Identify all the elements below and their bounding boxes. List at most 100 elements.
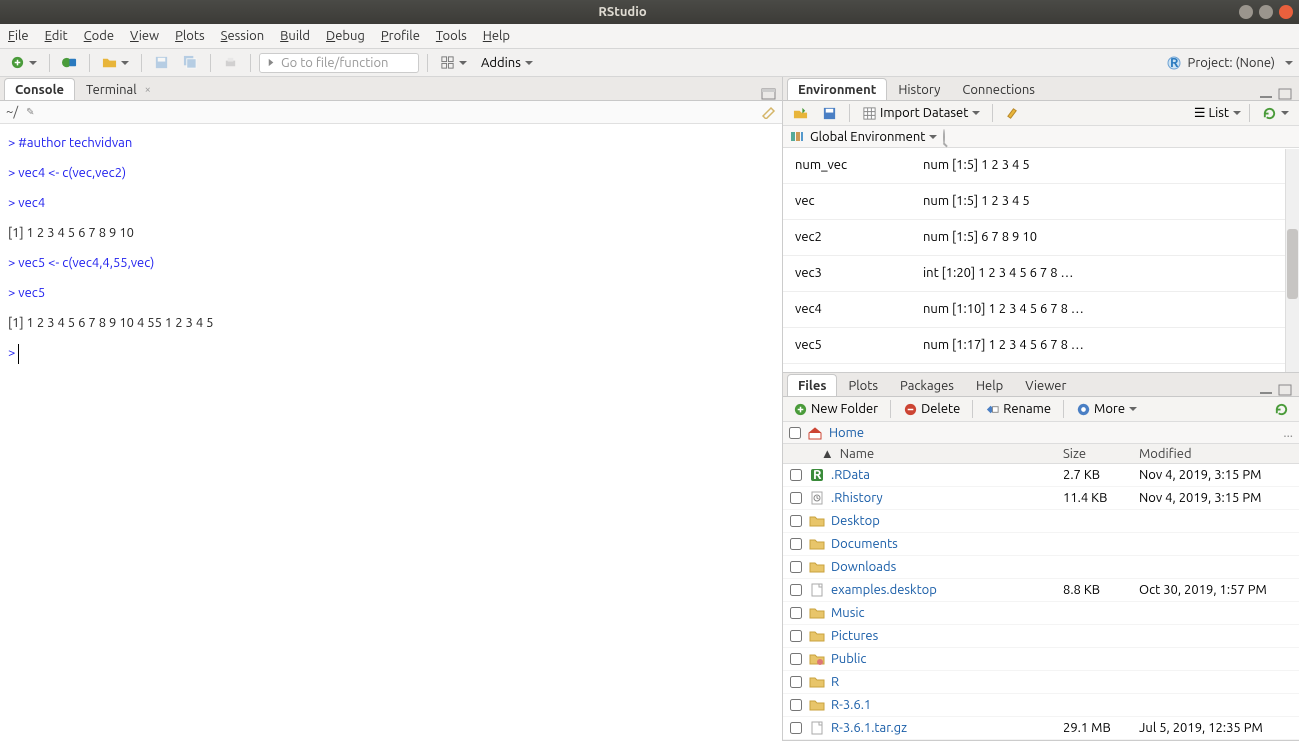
- tab-packages[interactable]: Packages: [889, 374, 965, 396]
- tab-connections[interactable]: Connections: [951, 78, 1046, 100]
- col-modified[interactable]: Modified: [1139, 447, 1299, 461]
- file-name-link[interactable]: R-3.6.1: [831, 698, 871, 712]
- file-checkbox[interactable]: [790, 515, 802, 527]
- file-row[interactable]: R-3.6.1.tar.gz29.1 MBJul 5, 2019, 12:35 …: [783, 717, 1299, 740]
- file-name-link[interactable]: R-3.6.1.tar.gz: [831, 721, 907, 735]
- menu-help[interactable]: Help: [483, 29, 510, 43]
- tab-history[interactable]: History: [887, 78, 951, 100]
- file-row[interactable]: Desktop: [783, 510, 1299, 533]
- file-row[interactable]: examples.desktop8.8 KBOct 30, 2019, 1:57…: [783, 579, 1299, 602]
- file-checkbox[interactable]: [790, 561, 802, 573]
- env-search-input[interactable]: [943, 130, 945, 144]
- file-name-link[interactable]: Pictures: [831, 629, 878, 643]
- file-row[interactable]: R: [783, 671, 1299, 694]
- file-checkbox[interactable]: [790, 630, 802, 642]
- file-name-link[interactable]: Music: [831, 606, 865, 620]
- file-name-link[interactable]: Desktop: [831, 514, 880, 528]
- save-workspace-icon[interactable]: [818, 103, 841, 123]
- env-variable-row[interactable]: vec2num [1:5] 6 7 8 9 10: [783, 220, 1299, 256]
- new-project-button[interactable]: [58, 53, 81, 73]
- files-listing[interactable]: R.RData2.7 KBNov 4, 2019, 3:15 PM.Rhisto…: [783, 464, 1299, 740]
- file-row[interactable]: Documents: [783, 533, 1299, 556]
- menu-build[interactable]: Build: [280, 29, 310, 43]
- menu-view[interactable]: View: [130, 29, 159, 43]
- new-file-button[interactable]: [6, 53, 41, 73]
- grid-button[interactable]: [436, 53, 471, 73]
- pane-window-icon[interactable]: [761, 88, 776, 100]
- menu-code[interactable]: Code: [84, 29, 114, 43]
- env-scrollbar[interactable]: [1285, 149, 1299, 372]
- file-checkbox[interactable]: [790, 584, 802, 596]
- file-name-link[interactable]: examples.desktop: [831, 583, 937, 597]
- open-file-button[interactable]: [98, 53, 133, 73]
- menu-edit[interactable]: Edit: [45, 29, 68, 43]
- menu-debug[interactable]: Debug: [326, 29, 365, 43]
- tab-console[interactable]: Console: [4, 78, 75, 100]
- file-row[interactable]: Downloads: [783, 556, 1299, 579]
- pane-minimize-icon[interactable]: [1259, 88, 1274, 100]
- new-folder-button[interactable]: New Folder: [789, 399, 882, 419]
- env-variable-list[interactable]: num_vecnum [1:5] 1 2 3 4 5vecnum [1:5] 1…: [783, 148, 1299, 372]
- delete-button[interactable]: Delete: [899, 399, 964, 419]
- tab-plots[interactable]: Plots: [837, 374, 889, 396]
- env-variable-row[interactable]: vec5num [1:17] 1 2 3 4 5 6 7 8 …: [783, 328, 1299, 364]
- menu-tools[interactable]: Tools: [436, 29, 467, 43]
- clear-console-icon[interactable]: [761, 106, 776, 118]
- window-minimize[interactable]: [1239, 5, 1253, 19]
- files-select-all[interactable]: [789, 427, 801, 439]
- file-name-link[interactable]: .Rhistory: [831, 491, 883, 505]
- project-selector[interactable]: R Project: (None): [1166, 55, 1293, 71]
- import-dataset-button[interactable]: Import Dataset: [858, 103, 984, 123]
- file-name-link[interactable]: Downloads: [831, 560, 896, 574]
- file-checkbox[interactable]: [790, 469, 802, 481]
- rename-button[interactable]: Rename: [981, 399, 1055, 419]
- env-variable-row[interactable]: vec3int [1:20] 1 2 3 4 5 6 7 8 …: [783, 256, 1299, 292]
- env-variable-row[interactable]: vecnum [1:5] 1 2 3 4 5: [783, 184, 1299, 220]
- file-row[interactable]: Music: [783, 602, 1299, 625]
- file-checkbox[interactable]: [790, 676, 802, 688]
- save-all-button[interactable]: [179, 53, 202, 73]
- file-row[interactable]: Pictures: [783, 625, 1299, 648]
- file-row[interactable]: .Rhistory11.4 KBNov 4, 2019, 3:15 PM: [783, 487, 1299, 510]
- addins-button[interactable]: Addins: [477, 53, 537, 73]
- breadcrumb-home[interactable]: Home: [829, 426, 864, 440]
- files-path-more-icon[interactable]: ...: [1283, 426, 1293, 440]
- file-checkbox[interactable]: [790, 492, 802, 504]
- env-scope-selector[interactable]: Global Environment: [810, 130, 937, 144]
- file-name-link[interactable]: Documents: [831, 537, 898, 551]
- file-name-link[interactable]: .RData: [831, 468, 870, 482]
- more-button[interactable]: More: [1072, 399, 1141, 419]
- file-name-link[interactable]: Public: [831, 652, 866, 666]
- refresh-env-icon[interactable]: [1258, 103, 1293, 123]
- file-checkbox[interactable]: [790, 699, 802, 711]
- pane-maximize-icon[interactable]: [1278, 384, 1293, 396]
- goto-file-input[interactable]: Go to file/function: [259, 53, 419, 73]
- file-row[interactable]: R.RData2.7 KBNov 4, 2019, 3:15 PM: [783, 464, 1299, 487]
- save-button[interactable]: [150, 53, 173, 73]
- tab-files[interactable]: Files: [787, 374, 837, 396]
- tab-help[interactable]: Help: [965, 374, 1014, 396]
- menu-file[interactable]: File: [8, 29, 29, 43]
- file-checkbox[interactable]: [790, 607, 802, 619]
- load-workspace-icon[interactable]: [789, 103, 812, 123]
- refresh-files-icon[interactable]: [1270, 399, 1293, 419]
- tab-environment[interactable]: Environment: [787, 78, 887, 100]
- file-name-link[interactable]: R: [831, 675, 839, 689]
- env-view-list[interactable]: ☰ List: [1194, 106, 1241, 121]
- menu-plots[interactable]: Plots: [175, 29, 205, 43]
- file-row[interactable]: R-3.6.1: [783, 694, 1299, 717]
- file-row[interactable]: Public: [783, 648, 1299, 671]
- console-path-expand-icon[interactable]: ✎: [26, 106, 34, 118]
- file-checkbox[interactable]: [790, 653, 802, 665]
- col-name[interactable]: ▲ Name: [809, 446, 1063, 461]
- env-variable-row[interactable]: num_vecnum [1:5] 1 2 3 4 5: [783, 148, 1299, 184]
- tab-viewer[interactable]: Viewer: [1014, 374, 1077, 396]
- file-checkbox[interactable]: [790, 538, 802, 550]
- tab-terminal[interactable]: Terminal×: [75, 78, 162, 100]
- env-variable-row[interactable]: vec4num [1:10] 1 2 3 4 5 6 7 8 …: [783, 292, 1299, 328]
- pane-maximize-icon[interactable]: [1278, 88, 1293, 100]
- menu-session[interactable]: Session: [221, 29, 264, 43]
- print-button[interactable]: [219, 53, 242, 73]
- pane-minimize-icon[interactable]: [1259, 384, 1274, 396]
- close-icon[interactable]: ×: [145, 84, 151, 96]
